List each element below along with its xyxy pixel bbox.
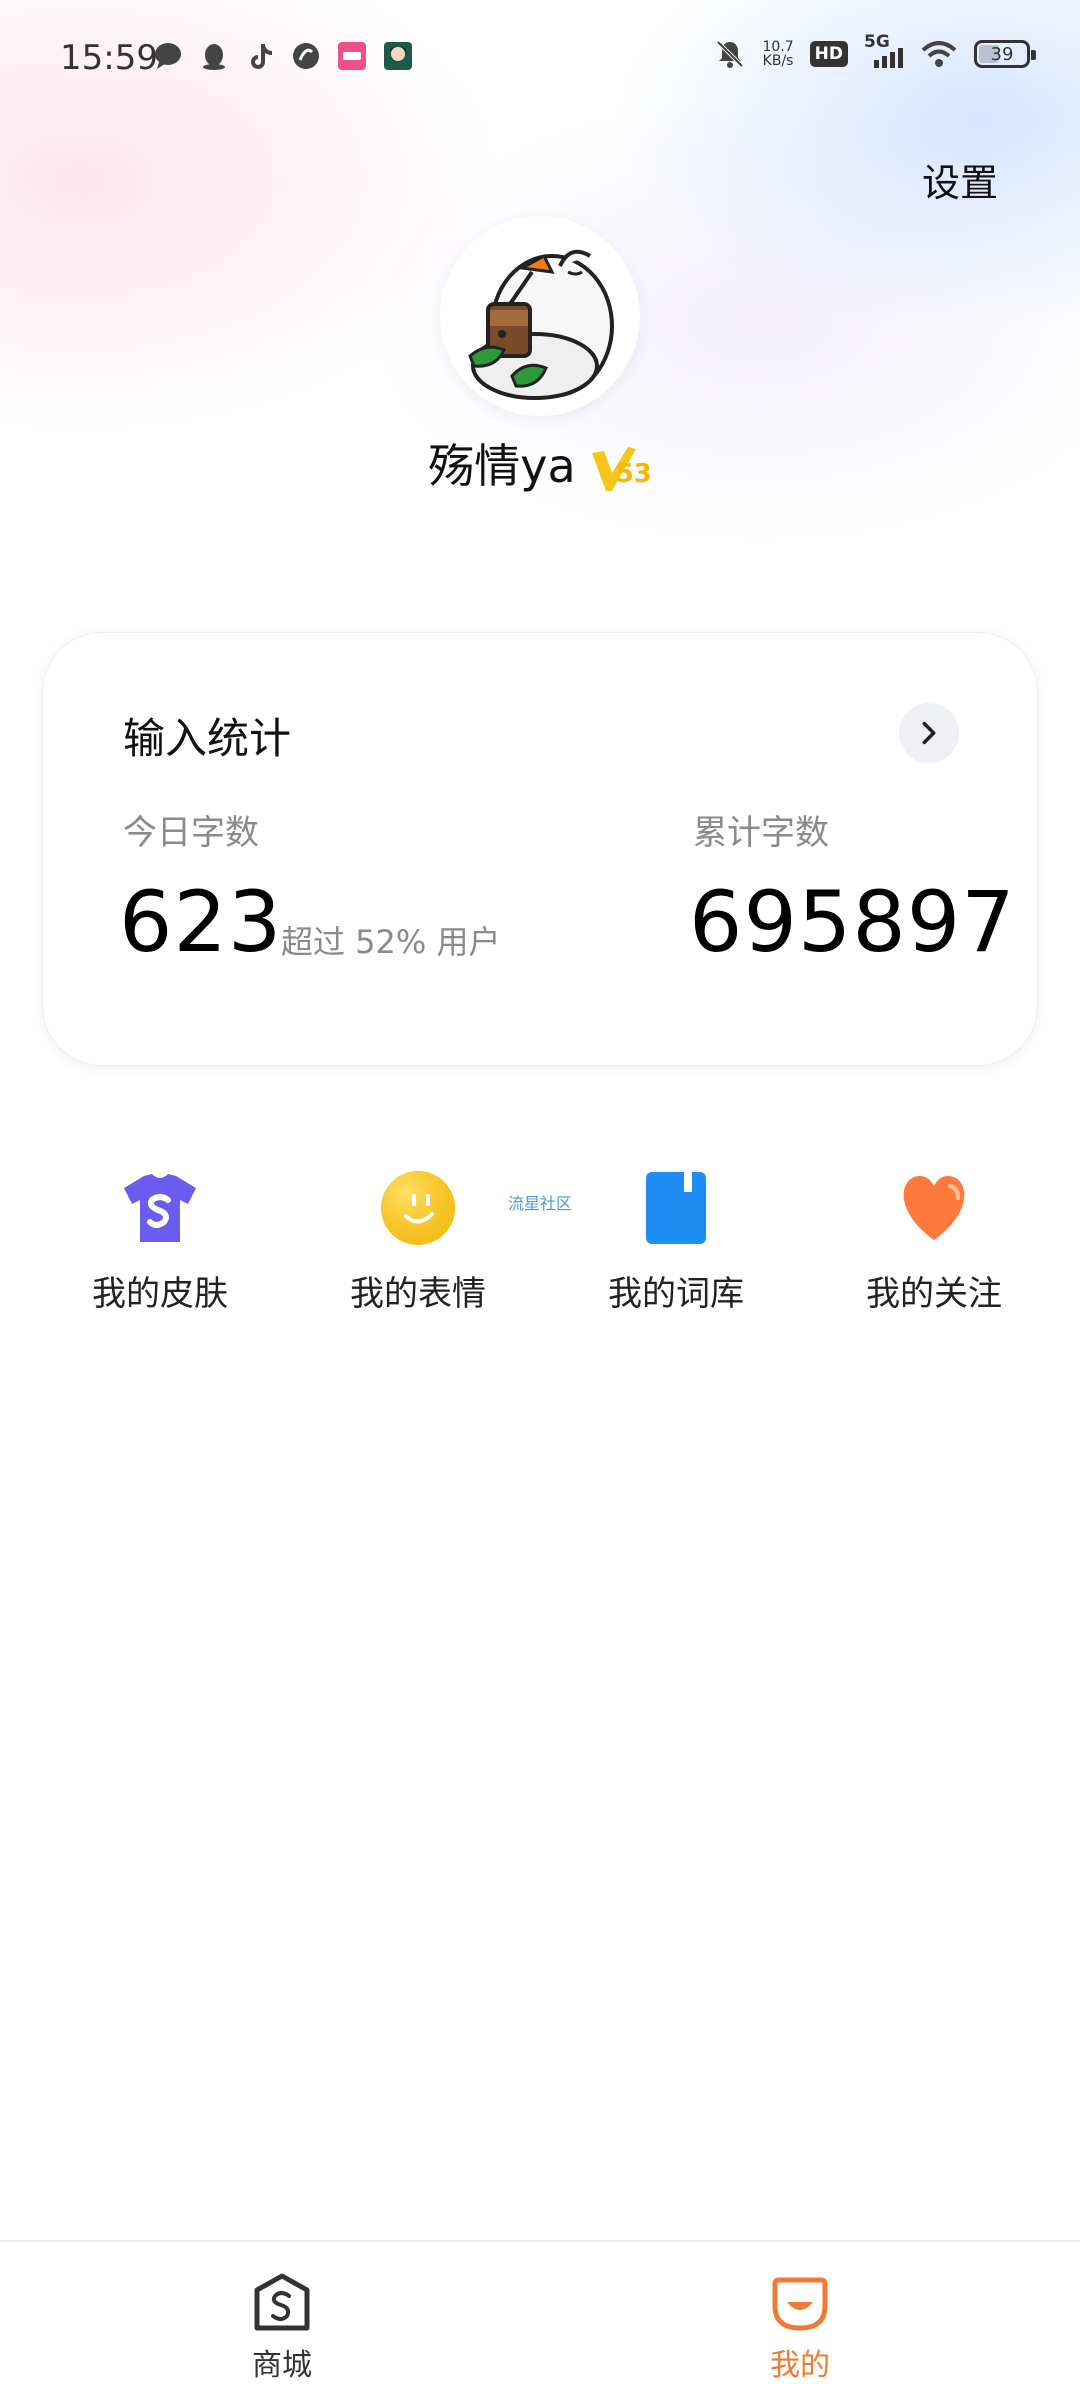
message-icon — [155, 43, 181, 69]
my-stickers-button[interactable]: 我的表情 — [308, 1170, 528, 1315]
profile-page: 15:59 10.7 KB/s HD 5G 39 设置 殇情ya 53 输入统计… — [0, 0, 1080, 2400]
net-speed-value: 10.7 — [762, 39, 794, 55]
qq-icon — [203, 44, 225, 70]
nav-mine-label: 我的 — [770, 2348, 830, 2383]
my-follows-label: 我的关注 — [866, 1274, 1002, 1314]
avatar-app-icon — [384, 42, 412, 70]
goose-avatar-illustration — [468, 249, 614, 400]
battery-indicator: 39 — [974, 40, 1036, 68]
my-skins-button[interactable]: 我的皮肤 — [50, 1170, 270, 1315]
profile-row: 殇情ya 53 — [0, 430, 1080, 496]
store-icon — [254, 2273, 310, 2331]
stats-detail-button[interactable] — [899, 703, 959, 763]
my-stickers-label: 我的表情 — [350, 1274, 486, 1314]
signal-icon: 5G — [864, 32, 904, 70]
input-stats-card[interactable]: 输入统计 今日字数 623 超过 52% 用户 累计字数 695897 — [42, 632, 1038, 1066]
net-speed: 10.7 KB/s — [762, 40, 793, 68]
wifi-icon — [921, 41, 957, 67]
avatar[interactable] — [440, 216, 640, 416]
status-bar: 15:59 10.7 KB/s HD 5G 39 — [0, 0, 1080, 120]
browser-icon — [293, 43, 319, 69]
vip-level-badge[interactable]: 53 — [590, 445, 652, 497]
battery-level: 39 — [990, 43, 1014, 65]
heart-icon — [903, 1176, 965, 1240]
bottom-navigation: 商城 我的 — [0, 2240, 1080, 2400]
hd-badge: HD — [809, 41, 848, 67]
my-dictionary-button[interactable]: 我的词库 — [566, 1170, 786, 1315]
my-dictionary-label: 我的词库 — [608, 1274, 744, 1314]
my-follows-button[interactable]: 我的关注 — [824, 1170, 1044, 1315]
total-count-value: 695897 — [689, 873, 1016, 971]
mine-icon — [772, 2277, 828, 2331]
username: 殇情ya — [428, 439, 576, 493]
today-rank-note: 超过 52% 用户 — [281, 923, 501, 961]
app-icon — [338, 42, 366, 70]
today-count-label: 今日字数 — [123, 813, 259, 853]
nav-mine[interactable]: 我的 — [720, 2272, 880, 2384]
smiley-icon — [381, 1171, 455, 1245]
my-skins-label: 我的皮肤 — [92, 1274, 228, 1314]
settings-button[interactable]: 设置 — [922, 152, 998, 207]
total-count-label: 累计字数 — [693, 813, 829, 853]
status-right-group: 10.7 KB/s HD 5G 39 — [714, 32, 1036, 70]
notification-icons — [152, 40, 414, 72]
net-speed-unit: KB/s — [762, 53, 794, 69]
status-time: 15:59 — [60, 38, 158, 78]
nav-store[interactable]: 商城 — [202, 2272, 362, 2384]
input-stats-title: 输入统计 — [123, 714, 292, 763]
shirt-icon — [124, 1174, 196, 1242]
today-count-value: 623 — [119, 873, 283, 971]
quick-actions: 我的皮肤 我的表情 我的词库 我的关注 — [0, 1170, 1080, 1330]
book-icon — [646, 1172, 706, 1244]
chevron-right-icon — [922, 721, 936, 745]
nav-store-label: 商城 — [252, 2348, 312, 2383]
vip-level-number: 53 — [615, 459, 652, 489]
mute-bell-icon — [717, 40, 744, 68]
tiktok-icon — [251, 44, 272, 69]
